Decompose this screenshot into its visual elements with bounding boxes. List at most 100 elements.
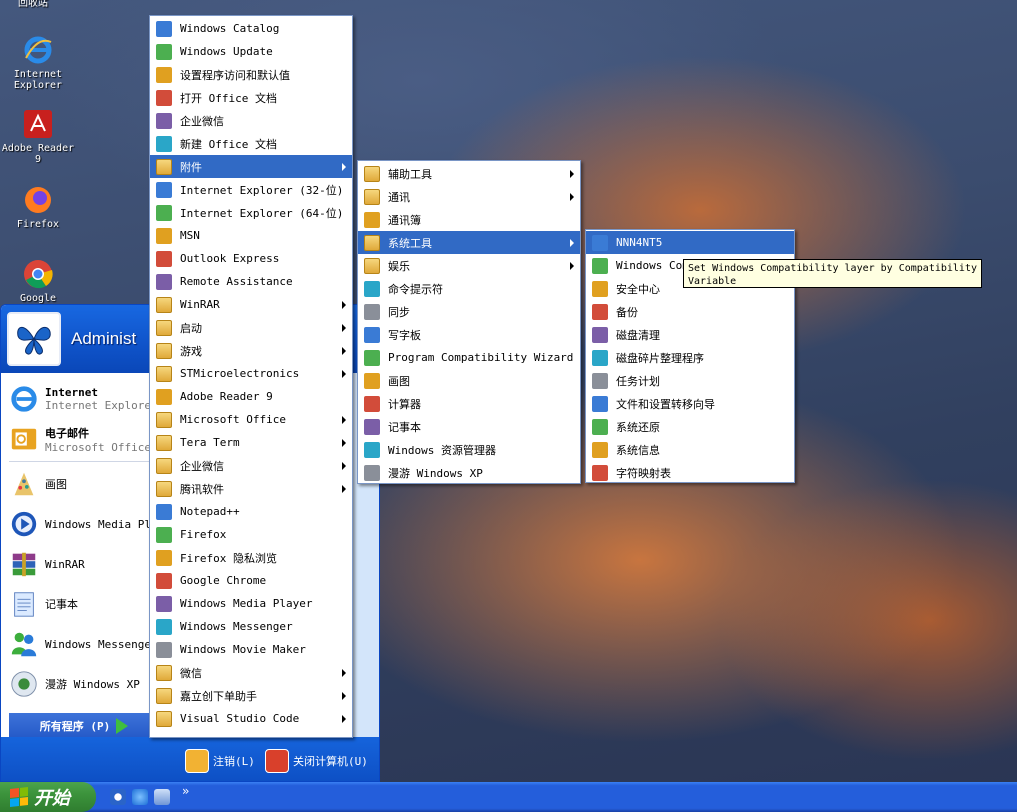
programs-item-adobe-reader-9[interactable]: Adobe Reader 9	[150, 385, 352, 408]
pinned-subtitle: Internet Explorer	[45, 399, 158, 412]
menu-item-label: Microsoft Office	[180, 413, 286, 426]
accessories-item-2[interactable]: 通讯簿	[358, 208, 580, 231]
desktop-icon-label: Internet Explorer	[13, 69, 63, 91]
accessories-item-4[interactable]: 娱乐	[358, 254, 580, 277]
system-tools-item-10[interactable]: 字符映射表	[586, 461, 794, 484]
desktop-icon-internet-explorer[interactable]: Internet Explorer	[0, 34, 76, 91]
system-tools-item-6[interactable]: 任务计划	[586, 369, 794, 392]
submenu-arrow-icon	[342, 324, 346, 332]
programs-item-20[interactable]: 腾讯软件	[150, 477, 352, 500]
logoff-button[interactable]: 注销(L)	[185, 749, 255, 773]
programs-item-4[interactable]: 企业微信	[150, 109, 352, 132]
system-tools-item-5[interactable]: 磁盘碎片整理程序	[586, 346, 794, 369]
program-icon	[156, 503, 172, 520]
system-tools-item-3[interactable]: 备份	[586, 300, 794, 323]
programs-item-internet-explorer-64[interactable]: Internet Explorer (64-位)	[150, 201, 352, 224]
programs-item-outlook-express[interactable]: Outlook Express	[150, 247, 352, 270]
menu-item-label: 腾讯软件	[180, 482, 224, 496]
system-tools-item-9[interactable]: 系统信息	[586, 438, 794, 461]
desktop-icon-label: Adobe Reader 9	[1, 143, 75, 165]
program-icon	[156, 20, 172, 37]
programs-item-windows-catalog[interactable]: Windows Catalog	[150, 17, 352, 40]
programs-item-firefox[interactable]: Firefox	[150, 523, 352, 546]
programs-item-2[interactable]: 设置程序访问和默认值	[150, 63, 352, 86]
accessories-item-9[interactable]: 画图	[358, 369, 580, 392]
all-programs-button[interactable]: 所有程序 (P)	[9, 713, 159, 739]
accessories-item-5[interactable]: 命令提示符	[358, 277, 580, 300]
program-icon	[364, 372, 380, 389]
desktop-icon-adobe-reader[interactable]: Adobe Reader 9	[0, 108, 76, 165]
system-tools-item-7[interactable]: 文件和设置转移向导	[586, 392, 794, 415]
programs-item-windows-media-player[interactable]: Windows Media Player	[150, 592, 352, 615]
desktop-icon-firefox[interactable]: Firefox	[0, 184, 76, 230]
pinned-title: Internet	[45, 386, 98, 399]
menu-item-label: 系统信息	[616, 443, 660, 457]
avatar[interactable]	[7, 312, 61, 366]
shutdown-button[interactable]: 关闭计算机(U)	[265, 749, 368, 773]
quicklaunch-media-player-icon[interactable]	[110, 789, 126, 805]
programs-item-internet-explorer-32[interactable]: Internet Explorer (32-位)	[150, 178, 352, 201]
menu-item-label: NNN4NT5	[616, 236, 663, 249]
programs-item-winrar[interactable]: WinRAR	[150, 293, 352, 316]
notepad-icon	[9, 589, 39, 619]
programs-item-office[interactable]: 新建 Office 文档	[150, 132, 352, 155]
programs-item-6[interactable]: 附件	[150, 155, 352, 178]
programs-item-stmicroelectronics[interactable]: STMicroelectronics	[150, 362, 352, 385]
accessories-item-10[interactable]: 计算器	[358, 392, 580, 415]
accessories-item-0[interactable]: 辅助工具	[358, 162, 580, 185]
quicklaunch-overflow[interactable]: »	[182, 784, 189, 798]
menu-item-label: 画图	[388, 374, 410, 388]
recent-label: 记事本	[45, 598, 78, 611]
accessories-item-11[interactable]: 记事本	[358, 415, 580, 438]
accessories-item-3[interactable]: 系统工具	[358, 231, 580, 254]
programs-item-13[interactable]: 启动	[150, 316, 352, 339]
submenu-arrow-icon	[342, 301, 346, 309]
quicklaunch-show-desktop-icon[interactable]	[154, 789, 170, 805]
desktop-icon-google-chrome[interactable]: Google	[0, 258, 76, 304]
start-button[interactable]: 开始	[0, 782, 96, 812]
accessories-item-program-compatibility-wizard[interactable]: Program Compatibility Wizard	[358, 346, 580, 369]
folder-icon	[156, 365, 172, 382]
menu-item-label: 安全中心	[616, 282, 660, 296]
programs-item-windows-messenger[interactable]: Windows Messenger	[150, 615, 352, 638]
programs-item-remote-assistance[interactable]: Remote Assistance	[150, 270, 352, 293]
programs-item-28[interactable]: 微信	[150, 661, 352, 684]
programs-item-29[interactable]: 嘉立创下单助手	[150, 684, 352, 707]
program-icon	[156, 112, 172, 129]
system-tools-item-8[interactable]: 系统还原	[586, 415, 794, 438]
system-tools-item-nnn4nt5[interactable]: NNN4NT5	[586, 231, 794, 254]
program-icon	[156, 618, 172, 635]
menu-item-label: Windows Catalog	[180, 22, 280, 35]
programs-item-google-chrome[interactable]: Google Chrome	[150, 569, 352, 592]
pinned-subtitle: Microsoft Office	[45, 440, 151, 454]
programs-item-visual-studio-code[interactable]: Visual Studio Code	[150, 707, 352, 730]
programs-item-notepad[interactable]: Notepad++	[150, 500, 352, 523]
programs-item-office[interactable]: 打开 Office 文档	[150, 86, 352, 109]
accessories-item-6[interactable]: 同步	[358, 300, 580, 323]
menu-item-label: 附件	[180, 160, 202, 174]
programs-item-windows-movie-maker[interactable]: Windows Movie Maker	[150, 638, 352, 661]
submenu-arrow-icon	[570, 170, 574, 178]
menu-item-label: Windows Com	[616, 259, 689, 272]
quicklaunch-internet-explorer-icon[interactable]	[132, 789, 148, 805]
menu-item-label: 系统还原	[616, 420, 660, 434]
menu-item-label: 字符映射表	[616, 466, 671, 480]
desktop-label-recycle-bin[interactable]: 回收站	[18, 0, 48, 9]
programs-item-microsoft-office[interactable]: Microsoft Office	[150, 408, 352, 431]
programs-item-tera-term[interactable]: Tera Term	[150, 431, 352, 454]
menu-item-label: MSN	[180, 229, 200, 242]
programs-item-19[interactable]: 企业微信	[150, 454, 352, 477]
program-icon	[592, 441, 608, 458]
menu-item-label: Remote Assistance	[180, 275, 293, 288]
program-icon	[156, 181, 172, 198]
accessories-item-7[interactable]: 写字板	[358, 323, 580, 346]
submenu-arrow-icon	[342, 692, 346, 700]
accessories-item-windows[interactable]: Windows 资源管理器	[358, 438, 580, 461]
programs-item-msn[interactable]: MSN	[150, 224, 352, 247]
programs-item-14[interactable]: 游戏	[150, 339, 352, 362]
accessories-item-1[interactable]: 通讯	[358, 185, 580, 208]
programs-item-firefox[interactable]: Firefox 隐私浏览	[150, 546, 352, 569]
accessories-item-windows-xp[interactable]: 漫游 Windows XP	[358, 461, 580, 484]
programs-item-windows-update[interactable]: Windows Update	[150, 40, 352, 63]
system-tools-item-4[interactable]: 磁盘清理	[586, 323, 794, 346]
